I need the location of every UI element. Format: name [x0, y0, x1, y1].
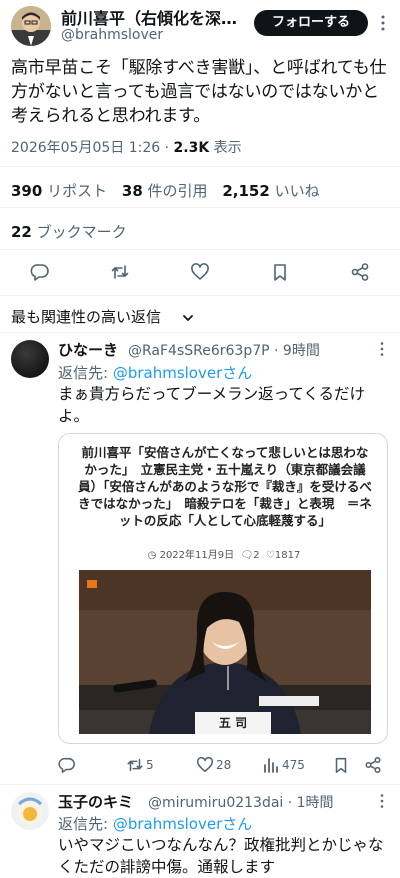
reply-author-handle[interactable]: @RaF4sSRe6r63p7P · 9時間: [128, 340, 320, 360]
reply-to-link[interactable]: @brahmslover: [113, 364, 222, 382]
reply-like-count: 28: [216, 758, 232, 772]
bookmarks-count: 22: [11, 223, 32, 241]
reply-author-handle[interactable]: @mirumiru0213dai · 1時間: [148, 792, 334, 812]
reply-to-suffix[interactable]: さん: [222, 364, 252, 382]
card-date: 2022年11月9日: [159, 550, 235, 561]
tweet-action-bar: [0, 262, 400, 284]
reply-to-link[interactable]: @brahmslover: [113, 815, 222, 833]
views-count: 2.3K: [173, 140, 210, 156]
tweet-timestamp[interactable]: 2026年05月05日 1:26: [11, 140, 160, 156]
chevron-down-icon[interactable]: [181, 311, 195, 325]
bookmark-icon[interactable]: [332, 756, 350, 774]
more-icon[interactable]: [374, 341, 390, 357]
retweet-icon[interactable]: [110, 262, 130, 282]
reply-to-label: 返信先:: [58, 364, 113, 382]
card-meta: ◷ 2022年11月9日 🗨︎2 ♡1817: [59, 546, 387, 561]
follow-button[interactable]: フォローする: [254, 10, 368, 36]
author-name[interactable]: 前川喜平（右傾化を深…: [61, 5, 247, 29]
card-photo: 五 司: [79, 570, 371, 734]
bookmarks-label: ブックマーク: [36, 223, 127, 241]
divider: [0, 332, 400, 333]
share-icon[interactable]: [350, 262, 370, 282]
tweet-author-header: 前川喜平（右傾化を深… @brahmslover フォローする: [0, 0, 400, 50]
card-comments: 2: [253, 550, 260, 561]
reply-author-name[interactable]: 玉子のキミ: [58, 791, 133, 812]
bookmark-icon[interactable]: [270, 262, 290, 282]
retweet-icon[interactable]: [126, 756, 144, 774]
author-avatar[interactable]: [11, 6, 51, 46]
clock-icon: ◷: [147, 550, 157, 561]
reply-to-line: 返信先: @brahmsloverさん: [58, 362, 252, 383]
card-likes: 1817: [274, 550, 301, 561]
card-title: 前川喜平「安倍さんが亡くなって悲しいとは思わなかった」 立憲民主党・五十嵐えり（…: [78, 445, 372, 528]
reply-author-name[interactable]: ひなーき: [58, 339, 118, 360]
reply-action-bar: 5 28 475: [0, 756, 400, 776]
like-icon[interactable]: [190, 262, 210, 282]
bookmarks-stat: 22 ブックマーク: [11, 221, 127, 242]
quotes-count[interactable]: 38: [122, 182, 143, 200]
meta-separator: ·: [164, 140, 170, 156]
quotes-label[interactable]: 件の引用: [148, 182, 208, 200]
reply-views-count: 475: [282, 758, 305, 772]
share-icon[interactable]: [364, 756, 382, 774]
like-icon[interactable]: [196, 756, 214, 774]
comment-icon: 🗨︎: [240, 550, 254, 561]
reply-to-suffix[interactable]: さん: [222, 815, 252, 833]
reposts-count[interactable]: 390: [11, 182, 42, 200]
likes-label[interactable]: いいね: [275, 182, 320, 200]
reply-icon[interactable]: [58, 756, 76, 774]
divider: [0, 166, 400, 167]
reply-retweet-count: 5: [146, 758, 154, 772]
views-label: 表示: [213, 140, 242, 156]
reply-to-label: 返信先:: [58, 815, 113, 833]
views-icon[interactable]: [262, 756, 280, 774]
author-handle[interactable]: @brahmslover: [61, 27, 163, 43]
more-icon[interactable]: [374, 793, 390, 809]
reply-sort-selector[interactable]: 最も関連性の高い返信: [11, 306, 161, 327]
divider: [0, 295, 400, 296]
reply-icon[interactable]: [30, 262, 50, 282]
tweet-meta: 2026年05月05日 1:26 · 2.3K 表示: [11, 137, 242, 157]
likes-count[interactable]: 2,152: [222, 182, 269, 200]
card-nameplate: 五 司: [218, 716, 248, 730]
embedded-image-card[interactable]: 前川喜平「安倍さんが亡くなって悲しいとは思わなかった」 立憲民主党・五十嵐えり（…: [58, 433, 388, 744]
divider: [0, 784, 400, 785]
engagement-stats: 390 リポスト 38 件の引用 2,152 いいね: [11, 180, 330, 201]
reply-text: まぁ貴方らだってブーメラン返ってくるだけよ。: [58, 385, 366, 425]
reply-to-line: 返信先: @brahmsloverさん: [58, 813, 252, 834]
reply-avatar[interactable]: [11, 340, 49, 378]
divider: [0, 207, 400, 208]
reply-text: いやマジこいつなんなん？政権批判とかじゃなくただの誹謗中傷。通報します: [58, 836, 384, 876]
divider: [0, 249, 400, 250]
reply-avatar[interactable]: [11, 792, 49, 830]
heart-icon: ♡: [265, 550, 275, 561]
reposts-label[interactable]: リポスト: [47, 182, 107, 200]
tweet-text: 高市早苗こそ「駆除すべき害獣」、と呼ばれても仕方がないと言っても過言ではないので…: [11, 58, 387, 126]
more-icon[interactable]: [374, 14, 392, 32]
